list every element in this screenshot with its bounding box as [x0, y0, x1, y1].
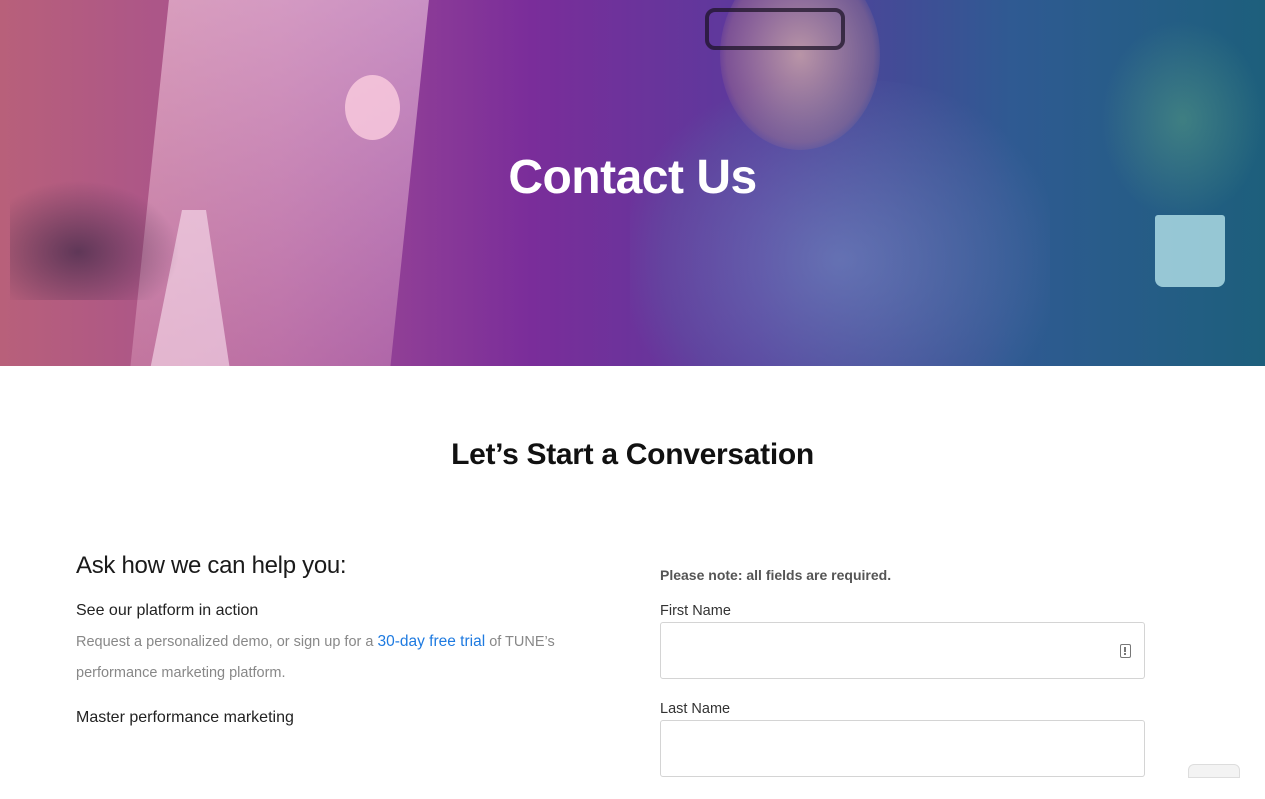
last-name-input[interactable]	[661, 721, 1144, 776]
last-name-label: Last Name	[660, 701, 731, 717]
free-trial-link[interactable]: 30-day free trial	[377, 633, 485, 650]
required-note: Please note: all fields are required.	[660, 567, 892, 583]
page-title: Contact Us	[508, 151, 757, 204]
hero-photo-glasses	[705, 8, 845, 50]
help-item-title: Master performance marketing	[76, 709, 294, 726]
hero-banner: Contact Us	[0, 0, 1265, 366]
hero-photo-lamp	[345, 75, 400, 140]
first-name-label: First Name	[660, 603, 731, 619]
help-item-description: Request a personalized demo, or sign up …	[76, 626, 621, 689]
help-item-title: See our platform in action	[76, 602, 259, 619]
help-heading: Ask how we can help you:	[76, 552, 347, 579]
hero-photo-pot	[1155, 215, 1225, 287]
help-column: Ask how we can help you: See our platfor…	[76, 552, 636, 733]
section-title: Let’s Start a Conversation	[451, 438, 814, 471]
first-name-field-wrapper	[660, 622, 1145, 679]
contact-form: Please note: all fields are required. Fi…	[660, 567, 1145, 799]
scroll-to-top-button[interactable]	[1188, 764, 1240, 778]
help-item-text: Request a personalized demo, or sign up …	[76, 634, 378, 650]
last-name-field-wrapper	[660, 720, 1145, 777]
autofill-contact-icon[interactable]	[1120, 644, 1131, 658]
first-name-input[interactable]	[661, 623, 1144, 678]
